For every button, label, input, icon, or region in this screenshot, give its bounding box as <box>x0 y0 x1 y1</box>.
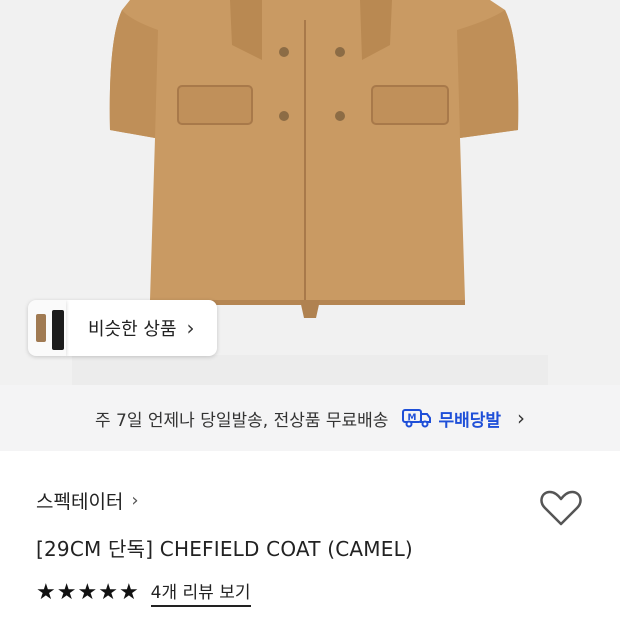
star-icon: ★ <box>98 579 118 605</box>
free-delivery-label: 무배당발 <box>438 410 502 431</box>
review-link[interactable]: 4개 리뷰 보기 <box>150 578 251 607</box>
heart-outline-icon <box>540 490 582 526</box>
star-icon: ★ <box>77 579 98 605</box>
delivery-truck-icon: M <box>402 408 432 428</box>
chevron-right-icon: › <box>186 316 195 340</box>
brand-link[interactable]: 스펙테이터 › <box>36 487 139 514</box>
similar-product-thumbnail[interactable] <box>28 300 66 356</box>
brand-name: 스펙테이터 <box>36 491 124 513</box>
star-icon: ★ <box>36 579 56 605</box>
chevron-right-icon: › <box>131 490 139 511</box>
product-title: [29CM 단독] CHEFIELD COAT (CAMEL) <box>36 537 413 561</box>
similar-products-button[interactable]: 비슷한 상품 › <box>66 300 217 356</box>
similar-products-label: 비슷한 상품 <box>88 319 177 340</box>
chevron-right-icon: › <box>517 406 526 430</box>
svg-text:M: M <box>408 413 417 423</box>
free-delivery-badge: M 무배당발 <box>402 406 501 431</box>
similar-products-control[interactable]: 비슷한 상품 › <box>28 300 217 356</box>
delivery-text: 주 7일 언제나 당일발송, 전상품 무료배송 <box>94 410 389 431</box>
delivery-banner[interactable]: 주 7일 언제나 당일발송, 전상품 무료배송 M 무배당발 › <box>0 385 620 451</box>
star-icon: ★ <box>118 579 139 605</box>
rating-stars: ★ ★ ★ ★ ★ <box>36 579 139 605</box>
product-rating: ★ ★ ★ ★ ★ 4개 리뷰 보기 <box>36 578 251 607</box>
star-icon: ★ <box>56 579 77 605</box>
wishlist-button[interactable] <box>538 488 584 528</box>
